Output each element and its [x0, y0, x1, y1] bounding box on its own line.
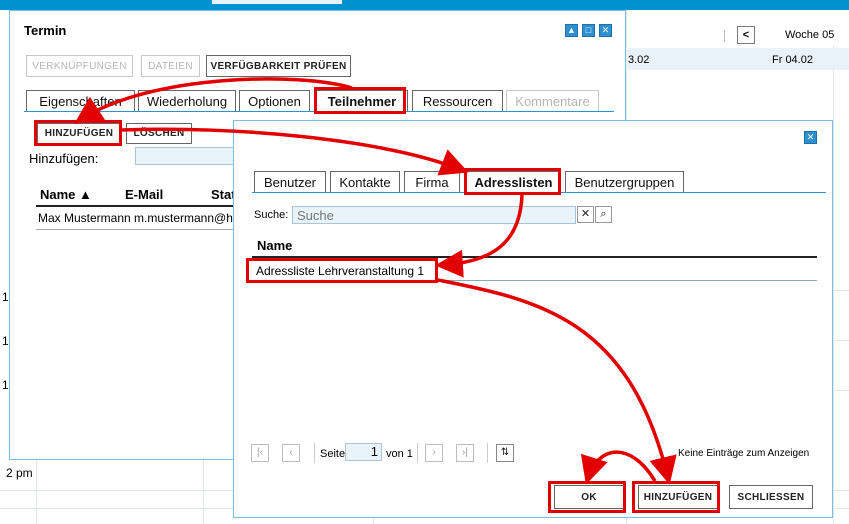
arrow-add-to-ok	[580, 450, 657, 485]
arrow-item-to-add	[437, 278, 677, 485]
arrow-participants-to-add	[74, 77, 353, 124]
arrow-address-lists-to-item	[435, 194, 524, 278]
arrow-add-to-address-lists	[121, 127, 469, 176]
annotation-arrows	[74, 77, 677, 485]
